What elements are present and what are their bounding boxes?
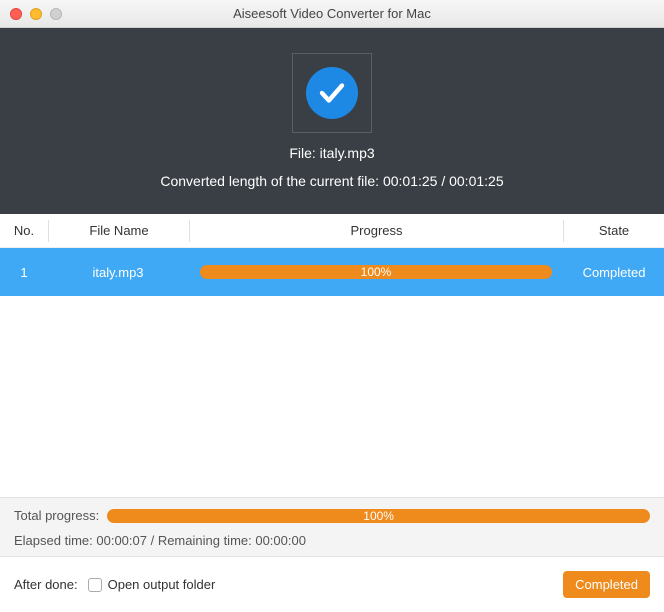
row-progress-cell: 100% xyxy=(188,265,564,279)
table-header: No. File Name Progress State xyxy=(0,214,664,248)
col-file-name: File Name xyxy=(49,223,189,238)
minimize-icon[interactable] xyxy=(30,8,42,20)
after-done-label: After done: xyxy=(14,577,78,592)
row-no: 1 xyxy=(0,265,48,280)
elapsed-time-label: Elapsed time: 00:00:07 / Remaining time:… xyxy=(14,533,650,548)
col-no: No. xyxy=(0,223,48,238)
total-progress-percent: 100% xyxy=(363,509,394,523)
window-title: Aiseesoft Video Converter for Mac xyxy=(0,6,664,21)
close-icon[interactable] xyxy=(10,8,22,20)
titlebar: Aiseesoft Video Converter for Mac xyxy=(0,0,664,28)
status-badge xyxy=(292,53,372,133)
completed-button[interactable]: Completed xyxy=(563,571,650,598)
row-file-name: italy.mp3 xyxy=(48,265,188,280)
total-progress-label: Total progress: xyxy=(14,508,99,523)
progress-percent: 100% xyxy=(361,265,392,279)
total-progress-bar: 100% xyxy=(107,509,650,523)
col-progress: Progress xyxy=(190,223,563,238)
check-icon xyxy=(306,67,358,119)
hero-panel: File: italy.mp3 Converted length of the … xyxy=(0,28,664,214)
table-row[interactable]: 1 italy.mp3 100% Completed xyxy=(0,248,664,296)
current-file-label: File: italy.mp3 xyxy=(289,145,374,161)
progress-bar: 100% xyxy=(200,265,552,279)
open-folder-label: Open output folder xyxy=(108,577,216,592)
footer-actions: After done: Open output folder Completed xyxy=(0,556,664,612)
col-state: State xyxy=(564,223,664,238)
open-folder-checkbox[interactable] xyxy=(88,578,102,592)
converted-length-label: Converted length of the current file: 00… xyxy=(160,173,503,189)
maximize-icon xyxy=(50,8,62,20)
footer-progress: Total progress: 100% Elapsed time: 00:00… xyxy=(0,497,664,556)
row-state: Completed xyxy=(564,265,664,280)
